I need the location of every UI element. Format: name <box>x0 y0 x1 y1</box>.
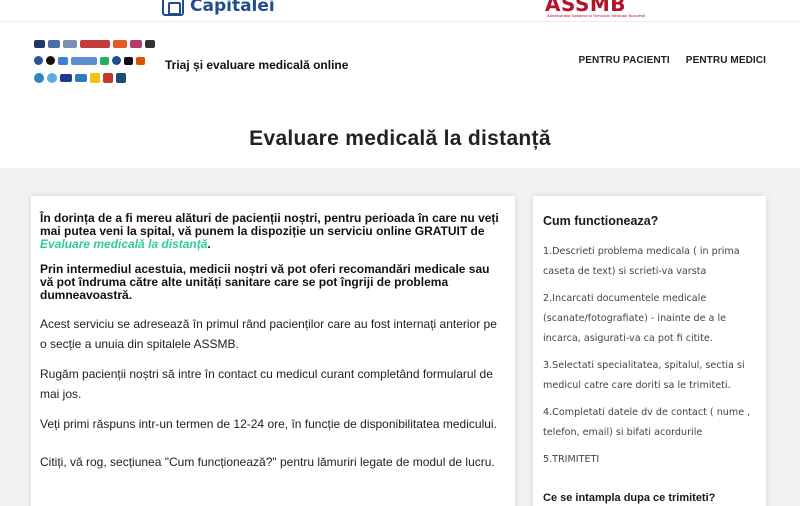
hospital-logo-icon[interactable] <box>136 56 145 65</box>
hospital-logo-icon[interactable] <box>75 74 87 82</box>
hospital-logo-icon[interactable] <box>145 40 155 48</box>
capitalei-logo-icon <box>162 0 184 16</box>
hospital-logo-icon[interactable] <box>46 56 55 65</box>
paragraph-audience: Acest serviciu se adresează în primul râ… <box>40 317 497 351</box>
hospital-logo-icon[interactable] <box>47 73 57 83</box>
site-name[interactable]: Triaj și evaluare medicală online <box>165 58 348 72</box>
nav-link-pacienti[interactable]: PENTRU PACIENTI <box>578 55 669 66</box>
how-it-works-card: Cum functioneaza? 1.Descrieti problema m… <box>533 196 766 506</box>
intro-text-part1: În dorința de a fi mereu alături de paci… <box>40 211 499 238</box>
hospital-logos-row-2 <box>34 56 158 65</box>
hospital-logo-icon[interactable] <box>63 40 77 48</box>
after-send-title: Ce se intampla dupa ce trimiteti? <box>543 492 716 504</box>
hospital-logo-icon[interactable] <box>103 73 113 83</box>
hospital-logos-row-3 <box>34 73 158 83</box>
hospital-logo-icon[interactable] <box>90 73 100 83</box>
info-card: În dorința de a fi mereu alături de paci… <box>31 196 515 506</box>
hospital-logo-icon[interactable] <box>34 40 45 48</box>
title-band: Evaluare medicală la distanță <box>0 107 800 168</box>
intro-text-part2: . <box>207 237 211 251</box>
step-item: 3.Selectati specialitatea, spitalul, sec… <box>543 360 745 391</box>
step-item: 5.TRIMITETI <box>543 454 600 465</box>
top-logo-strip: Capitalei ASSMB Administrația Spitalelor… <box>0 0 800 22</box>
hospital-logo-icon[interactable] <box>113 40 127 48</box>
hospital-logo-icon[interactable] <box>34 73 44 83</box>
capitalei-logo[interactable]: Capitalei <box>162 0 275 16</box>
intro-text: În dorința de a fi mereu alături de paci… <box>40 212 506 251</box>
intro-text-2: Prin intermediul acestuia, medicii noștr… <box>40 262 490 302</box>
paragraph-read-section: Citiți, vă rog, secțiunea "Cum funcțione… <box>40 455 495 469</box>
paragraph-response-time: Veți primi răspuns intr-un termen de 12-… <box>40 417 497 431</box>
main-nav: PENTRU PACIENTI PENTRU MEDICI <box>578 55 766 66</box>
hospital-logos-row-1 <box>34 40 158 48</box>
assmb-logo-subtitle: Administrația Spitalelor și Serviciilor … <box>547 13 646 18</box>
step-item: 2.Incarcati documentele medicale (scanat… <box>543 293 727 344</box>
assmb-logo[interactable]: ASSMB Administrația Spitalelor și Servic… <box>545 0 645 18</box>
hospital-logo-icon[interactable] <box>58 56 68 65</box>
hospital-logo-icon[interactable] <box>34 56 43 65</box>
hospital-logos-grid <box>34 40 158 91</box>
hospital-logo-icon[interactable] <box>100 56 109 65</box>
site-header: Triaj și evaluare medicală online PENTRU… <box>0 22 800 107</box>
paragraph-contact: Rugăm pacienții noștri să intre în conta… <box>40 367 493 401</box>
step-item: 1.Descrieti problema medicala ( in prima… <box>543 246 740 277</box>
hospital-logo-icon[interactable] <box>60 74 72 82</box>
how-it-works-title: Cum functioneaza? <box>543 214 659 228</box>
step-item: 4.Completati datele dv de contact ( nume… <box>543 407 751 438</box>
nav-link-medici[interactable]: PENTRU MEDICI <box>686 55 766 66</box>
hospital-logo-icon[interactable] <box>130 40 142 48</box>
hospital-logo-icon[interactable] <box>116 73 126 83</box>
capitalei-logo-text: Capitalei <box>190 0 275 16</box>
hospital-logo-icon[interactable] <box>48 40 60 48</box>
hospital-logo-icon[interactable] <box>112 56 121 65</box>
page-title: Evaluare medicală la distanță <box>249 127 551 150</box>
hospital-logo-icon[interactable] <box>71 56 97 65</box>
hospital-logo-icon[interactable] <box>80 40 110 48</box>
service-highlight: Evaluare medicală la distanță <box>40 237 208 251</box>
hospital-logo-icon[interactable] <box>124 56 133 65</box>
